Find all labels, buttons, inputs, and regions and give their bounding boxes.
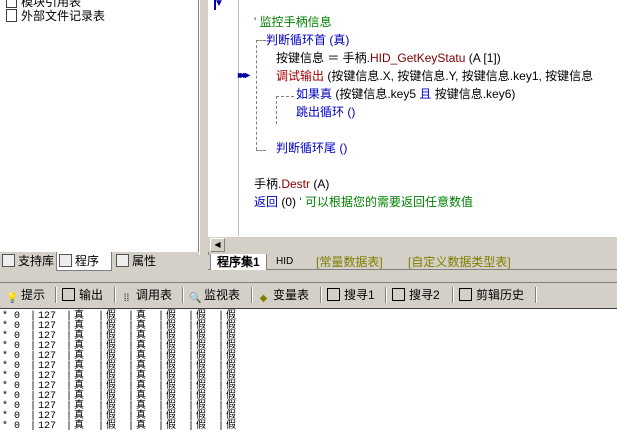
loop-guide [256,40,257,150]
tree-item-label: 外部文件记录表 [21,9,106,23]
code-debug-line: 调试输出 (按键信息.X, 按键信息.Y, 按键信息.key1, 按键信息 [276,69,594,83]
output-cell: 假 [106,421,116,432]
tab-program-set-1[interactable]: 程序集1 [210,254,267,270]
tab-label: 搜寻1 [344,288,375,302]
output-cell: 127 [38,421,57,432]
column-separator: | [128,421,135,432]
call-table-icon: ⁞⁞ [123,293,130,304]
toolbar-separator [535,287,537,303]
loop-guide [256,150,266,151]
tab-label: 属性 [132,254,157,268]
code-editor[interactable]: ▼ ▸▸ ▸▸ ' 监控手柄信息 判断循环首 (真) 按键信息 ＝ 手柄.HID… [208,0,617,236]
tab-search-2[interactable]: 搜寻2 [392,286,440,304]
toolbar-separator [55,287,57,303]
tab-output[interactable]: 输出 [62,286,103,304]
tab-label: 变量表 [273,288,310,302]
if-guide [276,96,294,97]
support-library-icon [2,254,15,267]
toolbar-separator [452,287,454,303]
column-separator: | [158,421,165,432]
toolbar-separator [251,287,253,303]
project-tree[interactable]: 模块引用表 外部文件记录表 [0,0,199,252]
tab-label: 程序 [75,254,100,268]
property-icon [116,254,129,267]
tree-item-label: 模块引用表 [21,0,82,9]
tab-property[interactable]: 属性 [114,252,156,270]
code-loop-tail: 判断循环尾 () [276,141,348,155]
toolbar-separator [182,287,184,303]
output-toolbar: 💡 提示 输出 ⁞⁞ 调用表 🔍 监视表 ◆ 变量表 搜寻1 搜寻2 剪辑历史 [0,282,617,307]
tab-label: 提示 [21,288,46,302]
toolbar-separator [320,287,322,303]
output-icon [62,288,75,301]
output-cell: 假 [226,421,236,432]
tab-hid[interactable]: HID [276,254,293,270]
output-cell: 假 [166,421,176,432]
output-pane[interactable]: * 0 127 | 真 | 假 | 真 | 假 | 假 | 假 | * 0 127 | 真 | 假 | 真 | 假 | 假 | 假 | * … [0,308,617,445]
editor-tabs: 程序集1 HID [常量数据表] [自定义数据类型表] [208,252,617,272]
if-guide [276,96,277,124]
search2-icon [392,288,405,301]
tree-item-module-ref[interactable]: 模块引用表 [6,0,81,9]
document-icon [6,9,17,22]
program-icon [59,254,72,267]
code-if-line: 如果真 (按键信息.key5 且 按键信息.key6) [296,87,516,101]
tab-clip-history[interactable]: 剪辑历史 [459,286,524,304]
tab-custom-type-table[interactable]: [自定义数据类型表] [408,254,511,270]
horizontal-scrollbar[interactable]: ◀ [208,236,617,252]
code-return-line: 返回 (0) ' 可以根据您的需要返回任意数值 [254,195,473,209]
code-comment: ' 监控手柄信息 [254,15,332,29]
toolbar-separator [114,287,116,303]
toolbar-separator [385,287,387,303]
variable-icon: ◆ [259,293,268,304]
tab-hint[interactable]: 💡 提示 [6,286,45,304]
output-cell: 假 [196,421,206,432]
magnifier-icon: 🔍 [189,293,202,304]
tab-label: 剪辑历史 [476,288,525,302]
tab-call-table[interactable]: ⁞⁞ 调用表 [121,286,172,304]
execution-arrow-icon: ▸▸ [238,70,249,81]
bulb-icon: 💡 [6,293,19,304]
tab-search-1[interactable]: 搜寻1 [327,286,375,304]
tab-constant-table[interactable]: [常量数据表] [316,254,383,270]
tab-label: 支持库 [18,254,55,268]
loop-guide [256,40,266,41]
editor-gutter: ▼ ▸▸ [208,0,250,236]
code-assign-line: 按键信息 ＝ 手柄.HID_GetKeyStatu (A [1]) [276,51,501,65]
tab-watch-table[interactable]: 🔍 监视表 [189,286,240,304]
output-cell: 真 [136,421,146,432]
column-separator: | [188,421,195,432]
tab-support-library[interactable]: 支持库 [0,252,54,270]
code-break-line: 跳出循环 () [296,105,356,119]
left-panel-tabs: 支持库 程序 属性 [0,252,205,272]
scroll-left-button[interactable]: ◀ [210,238,225,252]
tab-label: 输出 [79,288,104,302]
column-separator: | [30,421,37,432]
tab-variable-table[interactable]: ◆ 变量表 [258,286,309,304]
current-line-marker [214,0,216,10]
code-destr-line: 手柄.Destr (A) [254,177,330,191]
column-separator: | [218,421,225,432]
column-separator: | [98,421,105,432]
column-separator: | [66,421,73,432]
search1-icon [327,288,340,301]
separator-bar [0,272,617,282]
tab-label: 监视表 [204,288,241,302]
output-cell: * 0 [2,421,21,432]
output-cell: 真 [74,421,84,432]
code-loop-head: 判断循环首 (真) [266,33,350,47]
clip-history-icon [459,288,472,301]
tree-item-external-files[interactable]: 外部文件记录表 [6,9,105,23]
tab-program[interactable]: 程序 [56,252,112,271]
tab-label: 搜寻2 [409,288,440,302]
tab-label: 调用表 [136,288,173,302]
document-icon [6,0,17,8]
